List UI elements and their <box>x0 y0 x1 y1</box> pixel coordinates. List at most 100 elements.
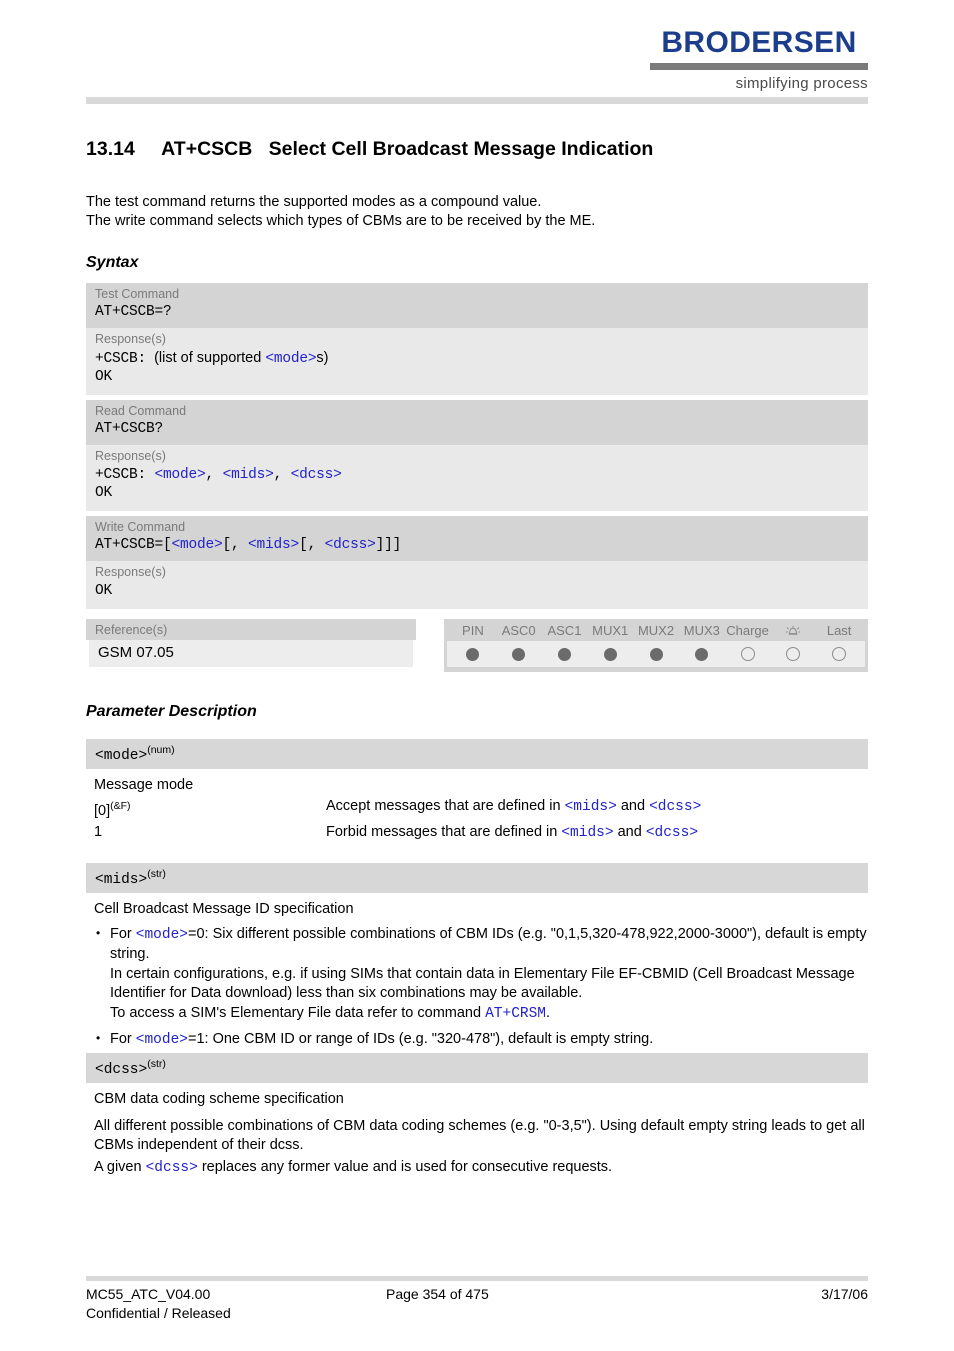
test-response-param-mode: <mode> <box>265 351 317 367</box>
intro-line-1: The test command returns the supported m… <box>86 194 542 210</box>
value-0-text-a: Accept messages that are defined in <box>326 797 565 814</box>
parameter-body-mids: Cell Broadcast Message ID specification … <box>86 893 868 1051</box>
pin-value-pin <box>450 647 496 661</box>
mids-b1-t5: . <box>546 1004 551 1021</box>
pin-column-asc0: ASC0 <box>501 623 536 638</box>
test-response-text-a: (list of supported <box>154 350 266 366</box>
test-command-table: Test Command AT+CSCB=? Response(s) +CSCB… <box>86 283 868 395</box>
value-0-text-b: and <box>616 797 650 814</box>
write-command-prefix: AT+CSCB=[ <box>95 537 172 553</box>
logo-bar <box>650 63 868 70</box>
pin-value-asc0 <box>496 647 542 661</box>
footer-date: 3/17/06 <box>821 1286 868 1302</box>
param-mode-value-1: 1 Forbid messages that are defined in <m… <box>94 823 868 843</box>
empty-dot-icon <box>786 647 801 661</box>
write-response-value: OK <box>86 581 868 609</box>
param-mode-value-1-key-text: 1 <box>94 823 103 840</box>
reference-label: Reference(s) <box>86 619 416 640</box>
pin-support-table: PIN ASC0 ASC1 MUX1 MUX2 MUX3 Charge Last <box>444 619 868 672</box>
param-mode-value-0-key-text: [0] <box>94 802 111 819</box>
page-footer: MC55_ATC_V04.00 Page 354 of 475 3/17/06 … <box>86 1285 868 1323</box>
mids-b2-t2: =1: One CBM ID or range of IDs (e.g. "32… <box>188 1031 654 1048</box>
write-response-ok: OK <box>95 583 113 599</box>
brodersen-logo: BRODERSEN simplifying process <box>650 28 868 92</box>
write-sep-3: ]]] <box>375 537 402 553</box>
pin-column-charge: Charge <box>726 623 769 638</box>
param-mids-description: Cell Broadcast Message ID specification <box>94 900 354 917</box>
param-mids-bullet-2: For <mode>=1: One CBM ID or range of IDs… <box>94 1029 868 1051</box>
value-0-param-dcss: <dcss> <box>649 798 702 815</box>
parameter-body-dcss: CBM data coding scheme specification All… <box>86 1083 868 1179</box>
footer-page-number: Page 354 of 475 <box>386 1286 489 1302</box>
pin-column-pin: PIN <box>462 623 484 638</box>
param-mode-name: <mode> <box>95 747 148 764</box>
footer-divider <box>86 1276 868 1281</box>
read-response-value: +CSCB: <mode>, <mids>, <dcss> OK <box>86 465 868 511</box>
pin-value-last <box>816 647 862 661</box>
mids-b1-param-mode: <mode> <box>135 926 188 943</box>
mids-b1-link-atcrsm: AT+CRSM <box>485 1005 547 1022</box>
footer-document-name: MC55_ATC_V04.00 <box>86 1286 211 1302</box>
dcss-p2-text-a: A given <box>94 1158 146 1175</box>
pin-table-header-row: PIN ASC0 ASC1 MUX1 MUX2 MUX3 Charge Last <box>444 619 868 641</box>
param-mode-value-0: [0](&F) Accept messages that are defined… <box>94 797 868 821</box>
document-page: BRODERSEN simplifying process 13.14 AT+C… <box>0 0 954 1351</box>
filled-dot-icon <box>649 647 663 661</box>
test-response-ok: OK <box>95 369 113 385</box>
test-command-label: Test Command <box>86 283 868 303</box>
pin-column-mux2: MUX2 <box>637 623 675 638</box>
write-response-label: Response(s) <box>86 561 868 581</box>
filled-dot-icon <box>466 647 480 661</box>
write-command-value: AT+CSCB=[<mode>[, <mids>[, <dcss>]]] <box>86 536 868 561</box>
parameter-block-dcss: <dcss>(str) CBM data coding scheme speci… <box>86 1053 868 1178</box>
test-command-value: AT+CSCB=? <box>86 303 868 328</box>
read-command-label: Read Command <box>86 400 868 420</box>
mids-b1-t4: To access a SIM's Elementary File data r… <box>110 1004 486 1021</box>
write-param-mode: <mode> <box>171 537 223 553</box>
filled-dot-icon <box>603 647 617 661</box>
write-sep-2: [, <box>299 537 325 553</box>
pin-column-mux3: MUX3 <box>683 623 720 638</box>
param-mode-description: Message mode <box>94 776 194 793</box>
mids-b1-t2: =0: Six different possible combinations … <box>110 925 867 963</box>
parameter-description-heading: Parameter Description <box>86 703 257 720</box>
test-response-prefix: +CSCB: <box>95 351 147 367</box>
syntax-heading: Syntax <box>86 254 139 271</box>
param-mode-value-0-key: [0](&F) <box>94 797 326 821</box>
footer-row-2: Confidential / Released <box>86 1304 868 1323</box>
parameter-name-mode: <mode>(num) <box>86 739 868 769</box>
page-title: 13.14 AT+CSCB Select Cell Broadcast Mess… <box>86 138 654 160</box>
param-mode-type: (num) <box>147 744 175 756</box>
pin-column-asc1: ASC1 <box>547 623 582 638</box>
read-response-ok: OK <box>95 485 113 501</box>
pin-value-asc1 <box>542 647 588 661</box>
test-response-value: +CSCB: (list of supported <mode>s) OK <box>86 348 868 395</box>
mids-b1-line4: To access a SIM's Elementary File data r… <box>110 1004 868 1025</box>
value-1-param-mids: <mids> <box>561 824 614 841</box>
header-divider <box>86 97 868 104</box>
mids-b1-t3: In certain configurations, e.g. if using… <box>110 965 855 1002</box>
mids-b2-param-mode: <mode> <box>135 1032 188 1049</box>
test-response-text-b: s) <box>316 350 329 366</box>
param-mids-type: (str) <box>147 868 166 880</box>
pin-value-alarm <box>770 647 816 661</box>
pin-column-mux1: MUX1 <box>592 623 629 638</box>
param-dcss-type: (str) <box>147 1058 166 1070</box>
parameter-body-mode: Message mode [0](&F) Accept messages tha… <box>86 769 868 843</box>
value-1-text-b: and <box>613 823 646 840</box>
footer-classification: Confidential / Released <box>86 1305 231 1321</box>
value-1-param-dcss: <dcss> <box>645 824 699 841</box>
logo-wordmark: BRODERSEN <box>661 26 857 59</box>
read-param-dcss: <dcss> <box>290 467 342 483</box>
read-response-prefix: +CSCB: <box>95 467 147 483</box>
write-param-mids: <mids> <box>248 537 300 553</box>
empty-dot-icon <box>832 647 847 661</box>
param-dcss-description: CBM data coding scheme specification <box>94 1090 344 1107</box>
empty-dot-icon <box>740 647 755 661</box>
parameter-block-mids: <mids>(str) Cell Broadcast Message ID sp… <box>86 863 868 1057</box>
write-command-table: Write Command AT+CSCB=[<mode>[, <mids>[,… <box>86 516 868 609</box>
pin-value-charge <box>725 647 771 661</box>
param-mode-value-0-key-sup: (&F) <box>110 799 131 812</box>
pin-value-mux1 <box>587 647 633 661</box>
footer-row-1: MC55_ATC_V04.00 Page 354 of 475 3/17/06 <box>86 1285 868 1304</box>
